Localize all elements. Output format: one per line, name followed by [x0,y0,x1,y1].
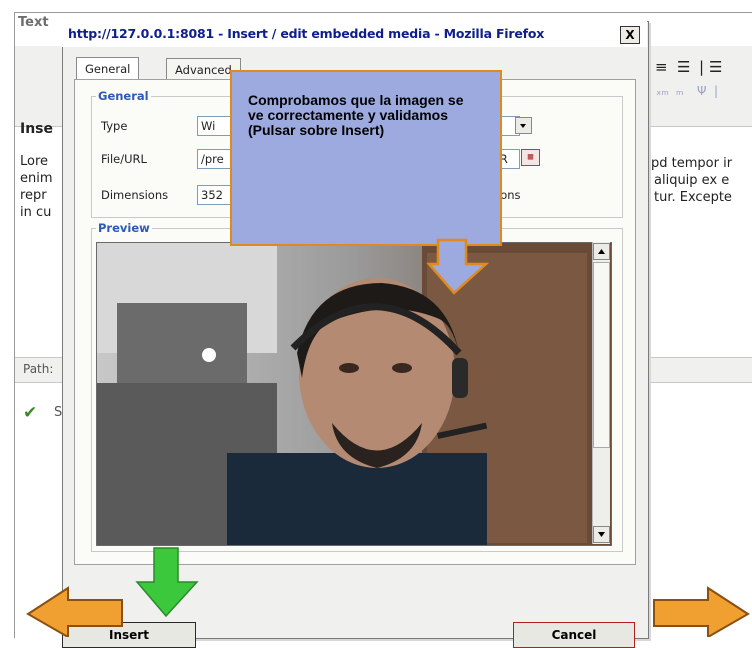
arrow-down-icon [426,238,490,295]
dimensions-label: Dimensions [101,188,169,202]
type-label: Type [101,119,128,133]
arrow-right-icon[interactable] [652,586,752,637]
file-url-label: File/URL [101,152,147,166]
scroll-down-glyph [598,532,605,537]
path-label: Path: [23,362,54,376]
cancel-button[interactable]: Cancel [513,622,635,648]
subscript-icon[interactable]: ₓₘ [656,84,669,98]
align-justify-icon[interactable]: ☰ [677,58,690,76]
arrow-down-green-icon [135,547,199,618]
editor-line-2: enim [20,171,53,186]
editor-title: Text [18,15,49,30]
editor-right-line-1: pd tempor ir [651,156,733,171]
scroll-up-glyph [598,249,605,254]
scroll-down-icon[interactable] [593,526,610,543]
general-legend: General [96,89,151,103]
annotation-text: Comprobamos que la imagen se ve correcta… [248,92,464,138]
dialog-title: http://127.0.0.1:8081 - Insert / edit em… [68,26,545,41]
special-char-icon[interactable]: Ψ [697,84,706,98]
editor-line-4: in cu [20,205,52,220]
superscript-icon[interactable]: ₘ [676,84,683,98]
scroll-thumb[interactable] [593,262,610,448]
arrow-left-icon[interactable] [24,586,124,637]
editor-line-3: repr [20,188,47,203]
preview-legend: Preview [96,221,152,235]
align-right-icon[interactable]: ≡ [655,58,668,76]
tab-general[interactable]: General [76,57,140,80]
file-url-value: /pre [201,152,224,166]
editor-right-line-3: tur. Excepte [654,190,732,205]
media-preview [96,242,612,546]
editor-line-1: Lore [20,154,49,169]
editor-right-line-2: aliquip ex e [654,173,730,188]
editor-heading: Inse [20,121,54,137]
browse-icon[interactable]: ▦ [521,149,540,166]
check-icon: ✔ [23,403,38,423]
close-icon[interactable]: X [620,26,640,44]
toolbar-separator-2: | [714,84,719,98]
toolbar-separator: | [699,58,705,76]
dropdown-arrow-icon[interactable] [515,117,532,134]
scroll-up-icon[interactable] [593,243,610,260]
bullet-list-icon[interactable]: ☰ [709,58,722,76]
preview-video-frame [97,243,611,545]
